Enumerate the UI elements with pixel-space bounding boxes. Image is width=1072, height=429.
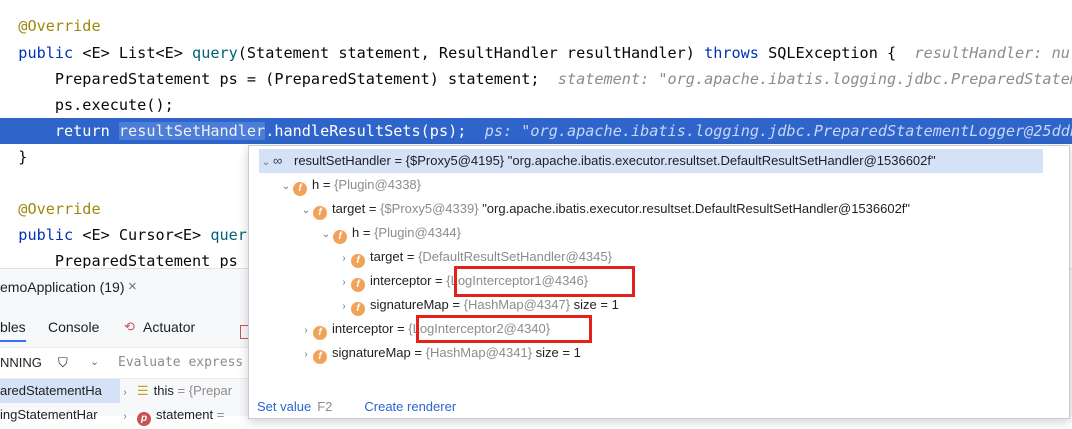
- object-ref: {Plugin@4338}: [334, 177, 421, 192]
- keyword: public: [18, 226, 83, 244]
- object-ref: {Plugin@4344}: [374, 225, 461, 240]
- chevron-down-icon[interactable]: ⌄: [90, 355, 99, 368]
- code-line-4: ps.execute();: [0, 92, 1072, 118]
- shortcut-label: F2: [317, 399, 333, 414]
- inline-value-hint: statement: "org.apache.ibatis.logging.jd…: [557, 70, 1072, 88]
- code-text: <E> Cursor<E>: [82, 226, 211, 244]
- field-icon: f: [313, 326, 327, 340]
- chevron-right-icon[interactable]: ›: [337, 271, 351, 295]
- create-renderer-link[interactable]: Create renderer: [364, 399, 456, 414]
- annotation: @Override: [18, 17, 101, 35]
- highlight-box-interceptor2: [416, 315, 592, 343]
- field-icon: f: [313, 206, 327, 220]
- frame-item[interactable]: aredStatementHa: [0, 379, 120, 403]
- code-text: }: [18, 148, 28, 166]
- funnel-icon[interactable]: ⛉: [58, 355, 68, 371]
- code-text: (Statement statement, ResultHandler resu…: [237, 44, 705, 62]
- chevron-right-icon[interactable]: ›: [337, 295, 351, 319]
- keyword: public: [18, 44, 83, 62]
- watch-glasses-icon: ∞: [273, 153, 283, 168]
- set-value-link[interactable]: Set value: [257, 399, 311, 414]
- variable-row[interactable]: › ☰ this = {Prepar: [118, 379, 232, 403]
- field-icon: f: [313, 350, 327, 364]
- tab-variables[interactable]: bles: [0, 319, 26, 342]
- actuator-icon: ⟲: [124, 319, 135, 334]
- object-string: "org.apache.ibatis.executor.resultset.De…: [478, 201, 911, 216]
- object-ref: {$Proxy5@4339}: [380, 201, 479, 216]
- frame-item[interactable]: ingStatementHar: [0, 403, 120, 427]
- field-name: target: [370, 249, 404, 264]
- keyword: return: [54, 122, 110, 140]
- field-name: signatureMap: [332, 345, 411, 360]
- method-name: quer: [210, 226, 247, 244]
- inline-debug-popup: ⌄ ∞ resultSetHandler = {$Proxy5@4195} "org…: [248, 145, 1070, 419]
- keyword: throws: [704, 44, 759, 62]
- inline-value-hint: resultHandler: null: [914, 44, 1072, 62]
- code-text: <E> List<E>: [82, 44, 193, 62]
- object-ref: {HashMap@4341}: [425, 345, 533, 360]
- popup-footer: Set value F2 Create renderer: [257, 399, 456, 414]
- code-line-3: PreparedStatement ps = (PreparedStatemen…: [0, 66, 1072, 92]
- size-label: size = 1: [535, 345, 581, 360]
- field-name: signatureMap: [370, 297, 449, 312]
- field-icon: f: [293, 182, 307, 196]
- method-name: query: [192, 44, 238, 62]
- object-string: "org.apache.ibatis.executor.resultset.De…: [504, 153, 936, 168]
- code-text: PreparedStatement ps = (PreparedStatemen…: [18, 70, 540, 88]
- variable-name: resultSetHandler: [294, 153, 391, 168]
- size-label: size = 1: [573, 297, 619, 312]
- code-line-5-current-execution: return resultSetHandler.handleResultSets…: [0, 118, 1072, 144]
- code-text: ps.execute();: [18, 96, 174, 114]
- chevron-right-icon[interactable]: ›: [299, 319, 313, 343]
- run-tab-bar: emoApplication (19) ×: [0, 269, 260, 307]
- field-icon: f: [351, 254, 365, 268]
- chevron-down-icon[interactable]: ⌄: [279, 175, 293, 199]
- field-reference[interactable]: resultSetHandler: [118, 122, 266, 140]
- object-ref: {HashMap@4347}: [463, 297, 571, 312]
- code-text: SQLException {: [758, 44, 897, 62]
- evaluate-input[interactable]: Evaluate express: [118, 355, 243, 370]
- chevron-down-icon[interactable]: ⌄: [299, 199, 313, 223]
- thread-status: NNING: [0, 355, 42, 370]
- variable-value: {Prepar: [188, 383, 233, 398]
- chevron-down-icon[interactable]: ⌄: [319, 223, 333, 247]
- list-icon: ☰: [137, 383, 149, 398]
- field-icon: f: [351, 278, 365, 292]
- field-icon: f: [333, 230, 347, 244]
- field-name: h: [352, 225, 360, 240]
- code-text: .handleResultSets(ps);: [265, 122, 467, 140]
- tree-row-target[interactable]: ⌄ f target = {$Proxy5@4339} "org.apache.ib…: [299, 197, 910, 221]
- tree-row-root[interactable]: ⌄ ∞ resultSetHandler = {$Proxy5@4195} "org…: [259, 149, 1043, 173]
- field-name: interceptor: [370, 273, 432, 288]
- variable-row[interactable]: › p statement =: [118, 403, 224, 427]
- code-line-2: public <E> List<E> query(Statement state…: [0, 40, 1072, 66]
- inline-value-hint: ps: "org.apache.ibatis.logging.jdbc.Prep…: [484, 122, 1072, 140]
- field-icon: f: [351, 302, 365, 316]
- run-config-tab[interactable]: emoApplication (19): [0, 279, 125, 295]
- field-name: h: [312, 177, 320, 192]
- parameter-icon: p: [137, 412, 151, 426]
- code-line-1: @Override: [0, 13, 1072, 39]
- variable-name: this: [153, 383, 174, 398]
- object-ref: {DefaultResultSetHandler@4345}: [418, 249, 612, 264]
- chevron-down-icon[interactable]: ⌄: [259, 151, 273, 175]
- tree-row-h[interactable]: ⌄ f h = {Plugin@4338}: [279, 173, 421, 197]
- object-ref: {$Proxy5@4195}: [405, 153, 505, 168]
- tree-row-h2[interactable]: ⌄ f h = {Plugin@4344}: [319, 221, 461, 245]
- frames-toolbar: NNING ⛉ ⌄ Evaluate express: [0, 347, 260, 379]
- annotation: @Override: [18, 200, 101, 218]
- highlight-box-interceptor1: [454, 266, 635, 297]
- tree-row-signaturemap2[interactable]: › f signatureMap = {HashMap@4341} size = 1: [299, 341, 581, 365]
- field-name: target: [332, 201, 366, 216]
- debugger-tabs: bles Console ⟲ Actuator: [0, 313, 260, 343]
- equals-sign: =: [390, 153, 406, 168]
- chevron-right-icon[interactable]: ›: [337, 247, 351, 271]
- chevron-right-icon[interactable]: ›: [299, 343, 313, 367]
- field-name: interceptor: [332, 321, 394, 336]
- close-icon[interactable]: ×: [128, 278, 137, 295]
- tab-console[interactable]: Console: [48, 319, 99, 335]
- tab-actuator[interactable]: Actuator: [143, 319, 195, 335]
